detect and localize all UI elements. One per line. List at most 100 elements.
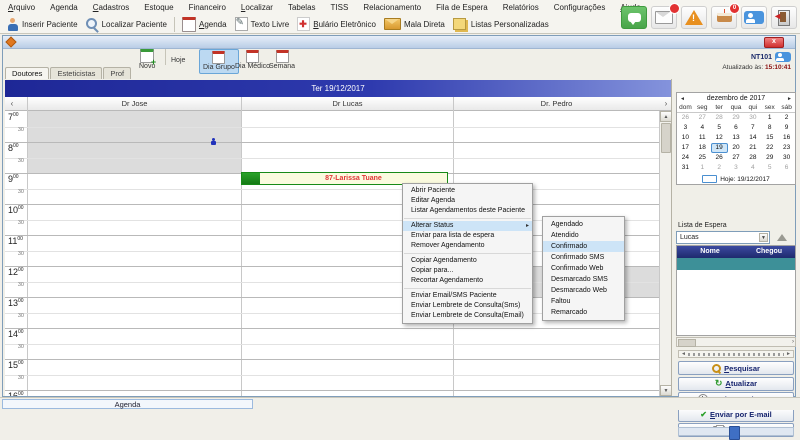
toolbar-button-localizar-paciente[interactable]: Localizar Paciente (82, 17, 171, 32)
calendar-day-29[interactable]: 29 (761, 153, 778, 163)
context-menu-item-copiar-agendamento[interactable]: Copiar Agendamento (403, 256, 532, 266)
calendar-day-5[interactable]: 5 (761, 163, 778, 173)
menu-item-relacionamento[interactable]: Relacionamento (359, 2, 432, 13)
calendar-next-icon[interactable]: ► (787, 96, 792, 102)
calendar-day-2[interactable]: 2 (711, 163, 728, 173)
tab-doutores[interactable]: Doutores (5, 67, 49, 79)
splitter-right-arrow[interactable]: ► (784, 351, 793, 357)
calendar-day-25[interactable]: 25 (694, 153, 711, 163)
calendar-day-26[interactable]: 26 (677, 113, 694, 123)
calendar-day-15[interactable]: 15 (761, 133, 778, 143)
calendar-day-2[interactable]: 2 (778, 113, 795, 123)
submenu-item-confirmado-web[interactable]: Confirmado Web (543, 263, 624, 274)
calendar-day-17[interactable]: 17 (677, 143, 694, 153)
hoje-button[interactable]: Hoje (171, 57, 185, 65)
hscroll-thumb[interactable] (678, 339, 696, 347)
chat-button[interactable] (621, 6, 647, 29)
calendar-day-9[interactable]: 9 (778, 123, 795, 133)
calendar-day-29[interactable]: 29 (728, 113, 745, 123)
waiting-list-column-nome[interactable]: Nome (677, 246, 743, 258)
toolbar-button-agenda[interactable]: Agenda (178, 16, 231, 33)
calendar-day-10[interactable]: 10 (677, 133, 694, 143)
calendar-day-20[interactable]: 20 (728, 143, 745, 153)
calendar-day-6[interactable]: 6 (728, 123, 745, 133)
submenu-item-desmarcado-sms[interactable]: Desmarcado SMS (543, 274, 624, 285)
menu-item-tabelas[interactable]: Tabelas (284, 2, 327, 13)
messages-button[interactable] (651, 6, 677, 29)
alerts-button[interactable] (681, 6, 707, 29)
context-menu-item-recortar-agendamento[interactable]: Recortar Agendamento (403, 276, 532, 286)
tab-esteticistas[interactable]: Esteticistas (50, 67, 102, 79)
menu-item-estoque[interactable]: Estoque (140, 2, 184, 13)
menu-item-localizar[interactable]: Localizar (237, 2, 284, 13)
next-professionals-arrow[interactable]: › (661, 97, 671, 111)
menu-item-configuracoes[interactable]: Configurações (550, 2, 617, 13)
calendar-day-23[interactable]: 23 (778, 143, 795, 153)
scroll-down-button[interactable]: ▼ (660, 385, 671, 396)
calendar-day-3[interactable]: 3 (677, 123, 694, 133)
calendar-day-19[interactable]: 19 (711, 143, 728, 153)
submenu-item-confirmado[interactable]: Confirmado (543, 241, 624, 252)
calendar-day-28[interactable]: 28 (744, 153, 761, 163)
close-button[interactable]: x (764, 37, 784, 48)
calendar-day-7[interactable]: 7 (744, 123, 761, 133)
context-menu-item-listar-agendamentos-deste-paciente[interactable]: Listar Agendamentos deste Paciente (403, 206, 532, 216)
novo-button[interactable]: Novo (139, 49, 155, 71)
menu-item-cadastros[interactable]: Cadastros (89, 2, 140, 13)
calendar-day-16[interactable]: 16 (778, 133, 795, 143)
context-menu-item-alterar-status[interactable]: Alterar Status▸ (403, 221, 532, 231)
calendar-day-27[interactable]: 27 (694, 113, 711, 123)
calendar-day-26[interactable]: 26 (711, 153, 728, 163)
column-header-dr-jose[interactable]: Dr Jose (27, 97, 241, 111)
contacts-button[interactable] (741, 6, 767, 29)
calendar-day-14[interactable]: 14 (744, 133, 761, 143)
toolbar-button-mala-direta[interactable]: Mala Direta (380, 17, 449, 31)
calendar-day-5[interactable]: 5 (711, 123, 728, 133)
scroll-thumb[interactable] (661, 123, 671, 153)
menu-item-relatorios[interactable]: Relatórios (499, 2, 550, 13)
calendar-day-21[interactable]: 21 (744, 143, 761, 153)
context-menu-item-remover-agendamento[interactable]: Remover Agendamento (403, 241, 532, 251)
calendar-day-8[interactable]: 8 (761, 123, 778, 133)
chevron-down-icon[interactable]: ▼ (759, 233, 768, 242)
calendar-day-28[interactable]: 28 (711, 113, 728, 123)
toolbar-button-listas-personalizadas[interactable]: Listas Personalizadas (449, 17, 553, 31)
calendar-day-22[interactable]: 22 (761, 143, 778, 153)
context-menu-item-enviar-para-lista-de-espera[interactable]: Enviar para lista de espera (403, 231, 532, 241)
waiting-list-select[interactable]: Lucas ▼ (676, 231, 770, 244)
hscroll-right-arrow[interactable]: › (792, 338, 794, 346)
submenu-item-agendado[interactable]: Agendado (543, 219, 624, 230)
calendar-day-6[interactable]: 6 (778, 163, 795, 173)
calendar-day-4[interactable]: 4 (744, 163, 761, 173)
context-menu-item-enviar-lembrete-de-consulta-sms[interactable]: Enviar Lembrete de Consulta(Sms) (403, 301, 532, 311)
submenu-item-desmarcado-web[interactable]: Desmarcado Web (543, 285, 624, 296)
context-menu-item-enviar-email-sms-paciente[interactable]: Enviar Email/SMS Paciente (403, 291, 532, 301)
calendar-day-31[interactable]: 31 (677, 163, 694, 173)
exit-button[interactable]: ◄ (771, 6, 797, 29)
calendar-day-3[interactable]: 3 (728, 163, 745, 173)
column-header-dr-pedro[interactable]: Dr. Pedro (453, 97, 659, 111)
toolbar-button-inserir-paciente[interactable]: Inserir Paciente (3, 17, 82, 32)
calendar-day-12[interactable]: 12 (711, 133, 728, 143)
context-menu-item-editar-agenda[interactable]: Editar Agenda (403, 196, 532, 206)
scroll-up-button[interactable]: ▲ (660, 111, 671, 122)
calendar-day-30[interactable]: 30 (744, 113, 761, 123)
calendar-day-1[interactable]: 1 (761, 113, 778, 123)
menu-item-arquivo[interactable]: Arquivo (4, 2, 46, 13)
calendar-day-27[interactable]: 27 (728, 153, 745, 163)
calendar-day-1[interactable]: 1 (694, 163, 711, 173)
calendar-day-30[interactable]: 30 (778, 153, 795, 163)
calendar-day-13[interactable]: 13 (728, 133, 745, 143)
waiting-list-column-chegou[interactable]: Chegou (743, 246, 795, 258)
taskbar-tab-agenda[interactable]: Agenda (2, 399, 253, 409)
context-menu-item-enviar-lembrete-de-consulta-email[interactable]: Enviar Lembrete de Consulta(Email) (403, 311, 532, 321)
prev-professionals-arrow[interactable]: ‹ (7, 97, 17, 111)
column-header-dr-lucas[interactable]: Dr Lucas (241, 97, 453, 111)
today-label[interactable]: Hoje: 19/12/2017 (720, 176, 770, 183)
submenu-item-remarcado[interactable]: Remarcado (543, 307, 624, 318)
waiting-list-hscrollbar[interactable]: › (676, 337, 796, 347)
menu-item-fila-de-espera[interactable]: Fila de Espera (432, 2, 499, 13)
atualizar-button[interactable]: ↻Atualizar (678, 377, 794, 391)
birthdays-button[interactable]: 0 (711, 6, 737, 29)
tab-prof[interactable]: Prof (103, 67, 131, 79)
